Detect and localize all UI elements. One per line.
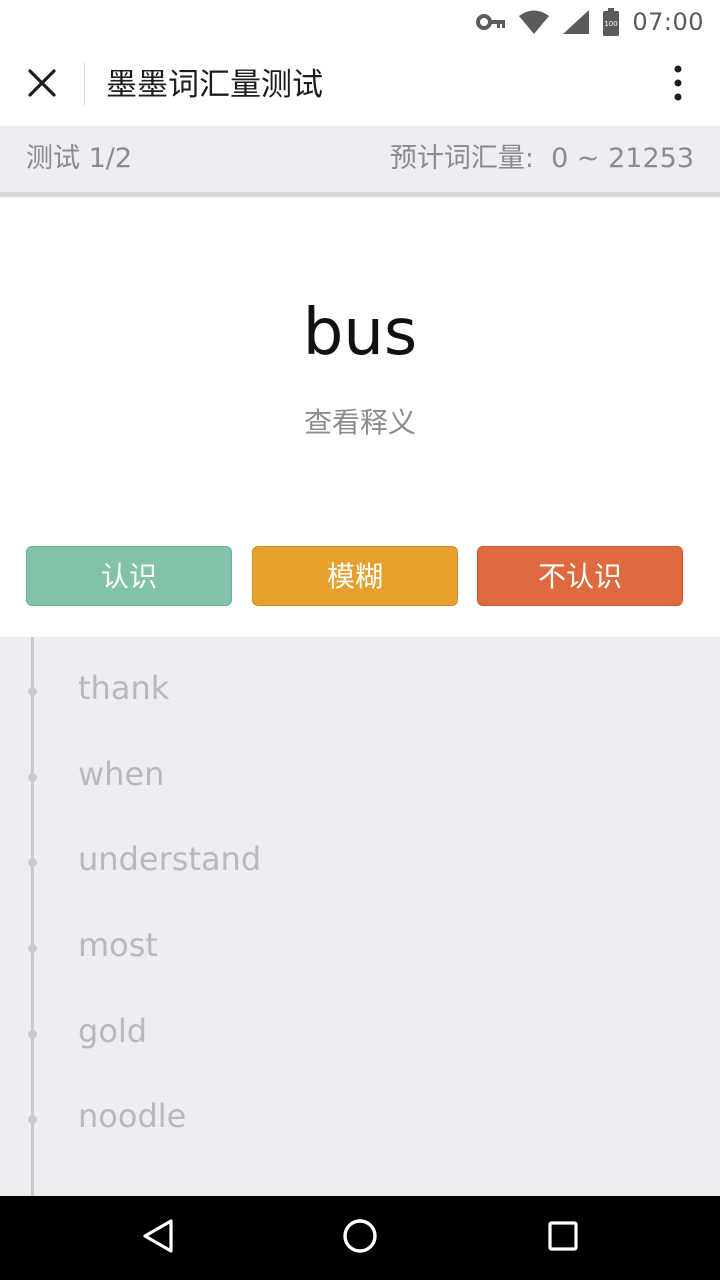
word-history-list: thank when understand most gold noodle: [0, 637, 720, 1196]
page-title: 墨墨词汇量测试: [106, 67, 323, 103]
test-progress-label: 测试 1/2: [26, 143, 133, 174]
battery-icon: 100: [602, 8, 620, 36]
unknown-button[interactable]: 不认识: [477, 546, 683, 606]
close-icon: [27, 68, 57, 102]
status-bar: 100 07:00: [0, 0, 720, 44]
list-item: understand: [0, 808, 720, 878]
back-button[interactable]: [134, 1214, 182, 1262]
list-item: gold: [0, 980, 720, 1050]
more-options-button[interactable]: [656, 63, 700, 107]
timeline-dot: [28, 1030, 37, 1039]
app-bar: 墨墨词汇量测试: [0, 44, 720, 126]
home-icon: [341, 1217, 379, 1259]
test-word: bus: [302, 296, 418, 370]
timeline-dot: [28, 687, 37, 696]
progress-strip: 测试 1/2 预计词汇量: 0 ~ 21253: [0, 126, 720, 192]
list-item: when: [0, 723, 720, 793]
system-nav-bar: [0, 1196, 720, 1280]
history-word: gold: [78, 1012, 148, 1050]
view-definition-link[interactable]: 查看释义: [0, 403, 720, 443]
recents-icon: [547, 1220, 579, 1256]
vocab-estimate-label: 预计词汇量: 0 ~ 21253: [389, 143, 694, 174]
screen: 100 07:00 墨墨词汇量测试 测试 1/2 预计词汇量: 0 ~ 2125…: [0, 0, 720, 1280]
list-item: most: [0, 894, 720, 964]
status-time: 07:00: [632, 8, 704, 36]
key-icon: [476, 13, 506, 31]
history-word: understand: [78, 840, 262, 878]
timeline-dot: [28, 773, 37, 782]
history-word: most: [78, 926, 158, 964]
battery-level-text: 100: [605, 20, 618, 28]
timeline-dot: [28, 1115, 37, 1124]
history-word: when: [78, 755, 165, 793]
history-word: noodle: [78, 1097, 187, 1135]
fuzzy-button[interactable]: 模糊: [252, 546, 458, 606]
list-item: noodle: [0, 1065, 720, 1135]
close-button[interactable]: [20, 63, 64, 107]
back-icon: [141, 1218, 175, 1258]
word-card: bus 查看释义 认识 模糊 不认识: [0, 197, 720, 637]
list-item: thank: [0, 637, 720, 707]
status-icons: 100 07:00: [476, 6, 704, 38]
history-word: thank: [78, 669, 170, 707]
app-bar-divider: [84, 63, 85, 105]
know-button[interactable]: 认识: [26, 546, 232, 606]
signal-icon: [562, 9, 590, 35]
recents-button[interactable]: [539, 1214, 587, 1262]
home-button[interactable]: [336, 1214, 384, 1262]
timeline-dot: [28, 944, 37, 953]
more-vert-icon: [674, 65, 682, 105]
timeline-dot: [28, 858, 37, 867]
wifi-icon: [518, 9, 550, 35]
